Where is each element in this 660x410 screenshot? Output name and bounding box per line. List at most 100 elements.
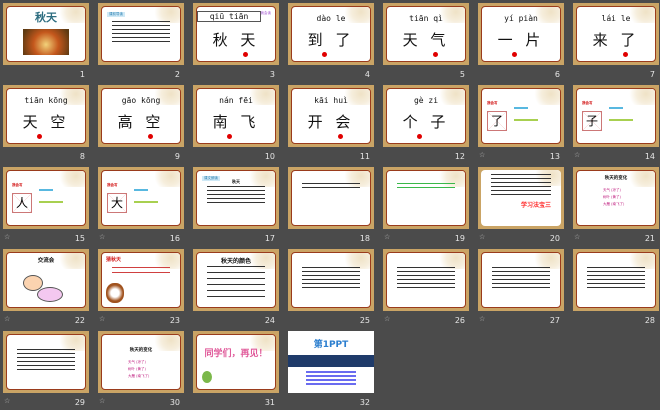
brand-logo: 第1PPT [313, 340, 349, 350]
red-dot-marker [227, 134, 232, 139]
writing-grid: 人 [12, 193, 32, 213]
slide-thumbnail-9[interactable]: gāo kōng 高 空 [98, 85, 184, 147]
text-line [587, 267, 645, 269]
slide-thumbnail-20[interactable]: 学习法宝三 [478, 167, 564, 229]
slide-content: tiān qì 天 气 [386, 6, 466, 62]
slide-thumbnail-2[interactable]: 课前导读 [98, 3, 184, 65]
slide-thumbnail-22[interactable]: 交流会 [3, 249, 89, 311]
slide-content: 交流会 [6, 252, 86, 308]
slide-thumbnail-15[interactable]: 我会写人 [3, 167, 89, 229]
slide-content: nán fēi 南 飞 [196, 88, 276, 144]
red-dot-marker [243, 52, 248, 57]
pinyin-text: gāo kōng [121, 96, 161, 105]
slide-content: kāi huì 开 会 [291, 88, 371, 144]
flower-decoration [625, 89, 655, 105]
pinyin-text: yí piàn [504, 14, 538, 23]
slide-number: 3 [269, 70, 275, 79]
slide-number: 27 [549, 316, 560, 325]
slide-number: 1 [79, 70, 85, 79]
flower-decoration [340, 171, 370, 187]
animation-icon: ☆ [4, 315, 11, 323]
slide-thumbnail-30[interactable]: 秋天的变化 天气 (凉了) 树叶 (黄了) 大雁 (南飞了) [98, 331, 184, 393]
text-line [302, 287, 360, 289]
slide-thumbnail-5[interactable]: tiān qì 天 气 [383, 3, 469, 65]
text-line [397, 187, 455, 189]
slide-thumbnail-8[interactable]: tiān kōng 天 空 [3, 85, 89, 147]
text-line [397, 183, 455, 185]
slide-number: 24 [264, 316, 275, 325]
slide-content: qiū tiān 我会读秋 天 [196, 6, 276, 62]
slide-thumbnail-7[interactable]: lái le 来 了 [573, 3, 659, 65]
slide-thumbnail-17[interactable]: 课文朗读 秋天 [193, 167, 279, 229]
slide-thumbnail-12[interactable]: gè zi 个 子 [383, 85, 469, 147]
speech-bubble [37, 287, 63, 302]
text-line [492, 267, 550, 269]
chinese-characters: 一 片 [497, 31, 545, 49]
slide-number: 31 [264, 398, 275, 407]
slide-thumbnail-19[interactable] [383, 167, 469, 229]
slide-thumbnail-11[interactable]: kāi huì 开 会 [288, 85, 374, 147]
writing-grid: 大 [107, 193, 127, 213]
text-line [207, 266, 265, 268]
slide-thumbnail-10[interactable]: nán fēi 南 飞 [193, 85, 279, 147]
slide-content: tiān kōng 天 空 [6, 88, 86, 144]
animation-icon: ☆ [384, 315, 391, 323]
chinese-characters: 高 空 [117, 113, 165, 131]
slide-thumbnail-3[interactable]: qiū tiān 我会读秋 天 [193, 3, 279, 65]
slide-number: 25 [359, 316, 370, 325]
text-line [397, 275, 455, 277]
slide-heading: 秋天的颜色 [220, 258, 251, 265]
slide-thumbnail-29[interactable] [3, 331, 89, 393]
word-info [514, 119, 538, 121]
slide-content [386, 170, 466, 226]
pinyin-text: nán fēi [219, 96, 253, 105]
slide-number: 9 [174, 152, 180, 161]
slide-content [481, 252, 561, 308]
text-line [492, 271, 550, 273]
text-line [112, 272, 170, 274]
pinyin-text: lái le [601, 14, 631, 23]
slide-content: 第1PPT [288, 331, 374, 393]
slide-thumbnail-13[interactable]: 我会写了 [478, 85, 564, 147]
slide-thumbnail-21[interactable]: 秋天的变化 天气 (凉了) 树叶 (黄了) 大雁 (南飞了) [573, 167, 659, 229]
slide-thumbnail-6[interactable]: yí piàn 一 片 [478, 3, 564, 65]
slide-number: 13 [549, 152, 560, 161]
slide-thumbnail-1[interactable]: 秋天 [3, 3, 89, 65]
slide-thumbnail-16[interactable]: 我会写大 [98, 167, 184, 229]
slide-thumbnail-4[interactable]: dào le 到 了 [288, 3, 374, 65]
slide-number: 6 [554, 70, 560, 79]
slide-content: 课前导读 [101, 6, 181, 62]
slide-content: yí piàn 一 片 [481, 6, 561, 62]
slide-tag: 课前导读 [107, 12, 125, 17]
text-line [587, 283, 645, 285]
slide-thumbnail-25[interactable] [288, 249, 374, 311]
slide-thumbnail-14[interactable]: 我会写子 [573, 85, 659, 147]
slide-thumbnail-18[interactable] [288, 167, 374, 229]
text-line [207, 278, 265, 280]
text-line [491, 182, 551, 184]
slide-number: 10 [264, 152, 275, 161]
slide-number: 7 [649, 70, 655, 79]
slide-content: 秋天的颜色 [196, 252, 276, 308]
slide-number: 14 [644, 152, 655, 161]
slide-thumbnail-23[interactable]: 猜秋天 [98, 249, 184, 311]
text-line [207, 296, 265, 298]
slide-number: 23 [169, 316, 180, 325]
chinese-characters: 天 气 [402, 31, 450, 49]
flower-decoration [150, 171, 180, 187]
text-line [397, 267, 455, 269]
animation-icon: ☆ [4, 233, 11, 241]
slide-thumbnail-27[interactable] [478, 249, 564, 311]
slide-thumbnail-31[interactable]: 同学们，再见！ [193, 331, 279, 393]
slide-content: dào le 到 了 [291, 6, 371, 62]
slide-number: 15 [74, 234, 85, 243]
text-line [207, 284, 265, 286]
stroke-info [609, 107, 623, 109]
red-dot-marker [623, 52, 628, 57]
slide-thumbnail-32[interactable]: 第1PPT [288, 331, 374, 393]
slide-thumbnail-26[interactable] [383, 249, 469, 311]
slide-content [386, 252, 466, 308]
slide-thumbnail-24[interactable]: 秋天的颜色 [193, 249, 279, 311]
text-line [207, 190, 265, 192]
slide-thumbnail-28[interactable] [573, 249, 659, 311]
